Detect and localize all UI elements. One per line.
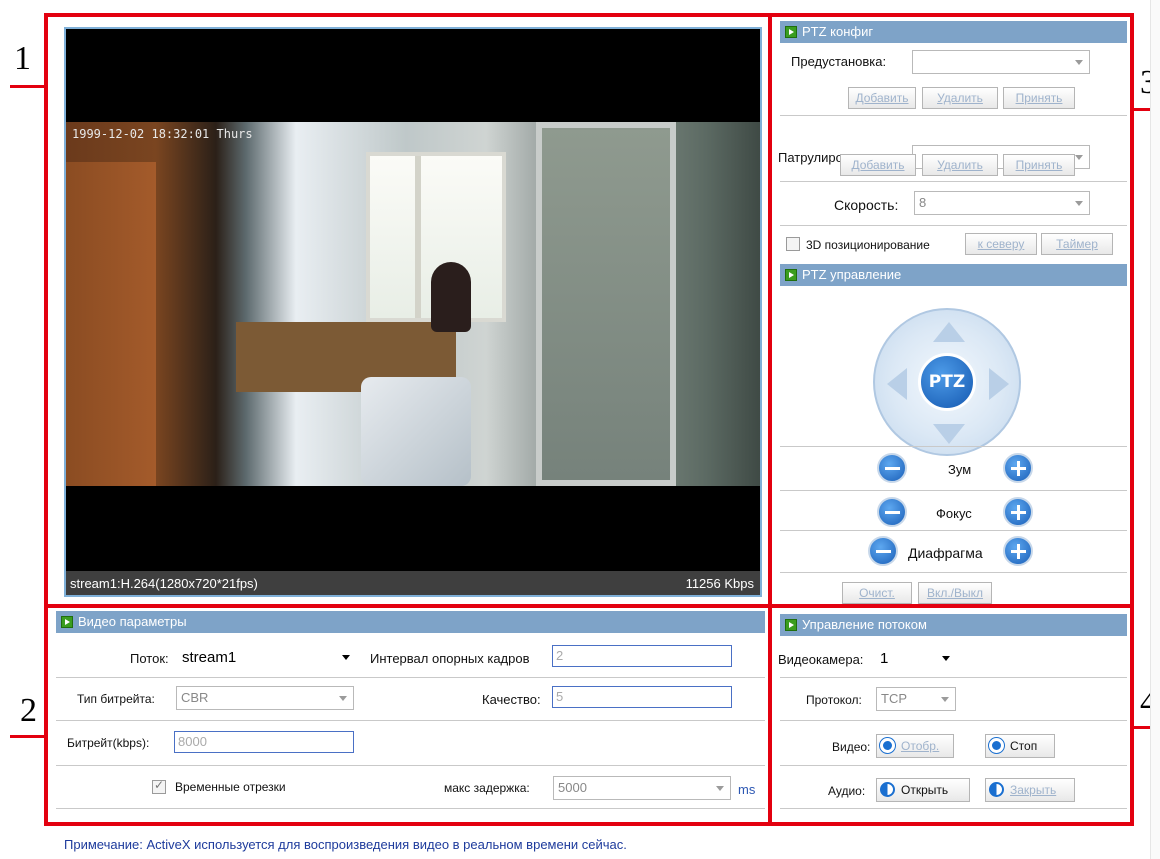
- iris-open-button[interactable]: [1003, 536, 1033, 566]
- preset-accept-button[interactable]: Принять: [1003, 87, 1075, 109]
- divider: [780, 225, 1127, 226]
- audio-close-button[interactable]: Закрыть: [985, 778, 1075, 802]
- north-button[interactable]: к северу: [965, 233, 1037, 255]
- ptz-center-button[interactable]: PTZ: [918, 353, 976, 411]
- zoom-label: Зум: [948, 462, 972, 477]
- callout-2: 2: [20, 692, 37, 729]
- activex-note: Примечание: ActiveX используется для вос…: [64, 837, 627, 852]
- stop-icon: [989, 738, 1004, 753]
- focus-far-button[interactable]: [1003, 497, 1033, 527]
- highlight-box-1: [44, 13, 772, 608]
- preset-label: Предустановка:: [791, 54, 887, 69]
- divider: [780, 490, 1127, 491]
- audio-icon: [880, 782, 895, 797]
- preset-add-button[interactable]: Добавить: [848, 87, 916, 109]
- callout-line-3: [1132, 108, 1150, 111]
- preset-select[interactable]: [912, 50, 1090, 74]
- expand-icon[interactable]: [785, 619, 797, 631]
- protocol-label: Протокол:: [806, 693, 862, 707]
- stream-select[interactable]: stream1: [178, 646, 356, 670]
- iris-label: Диафрагма: [908, 545, 983, 561]
- callout-line-4: [1132, 726, 1150, 729]
- ptz-control-header: PTZ управление: [780, 264, 1127, 286]
- divider: [780, 808, 1127, 809]
- video-params-header: Видео параметры: [56, 611, 765, 633]
- focus-near-button[interactable]: [877, 497, 907, 527]
- video-show-button[interactable]: Отобр.: [876, 734, 954, 758]
- pan-up-icon[interactable]: [933, 322, 965, 342]
- divider: [780, 446, 1127, 447]
- zoom-in-button[interactable]: [1003, 453, 1033, 483]
- quality-input[interactable]: 5: [552, 686, 732, 708]
- divider: [780, 181, 1127, 182]
- bitrate-input[interactable]: 8000: [174, 731, 354, 753]
- ptz-config-title: PTZ конфиг: [802, 24, 874, 39]
- ptz-direction-wheel[interactable]: PTZ: [873, 308, 1021, 456]
- window-edge: [1150, 0, 1160, 859]
- divider: [780, 115, 1127, 116]
- bitrate-type-label: Тип битрейта:: [77, 692, 155, 706]
- timeslices-checkbox[interactable]: [152, 778, 166, 794]
- video-label: Видео:: [832, 740, 871, 754]
- expand-icon[interactable]: [785, 26, 797, 38]
- stream-control-header: Управление потоком: [780, 614, 1127, 636]
- iris-close-button[interactable]: [868, 536, 898, 566]
- quality-label: Качество:: [482, 692, 541, 707]
- divider: [56, 808, 765, 809]
- expand-icon[interactable]: [61, 616, 73, 628]
- pan-left-icon[interactable]: [887, 368, 907, 400]
- divider: [56, 677, 765, 678]
- divider: [780, 720, 1127, 721]
- max-delay-unit: ms: [738, 782, 756, 797]
- keyframe-input[interactable]: 2: [552, 645, 732, 667]
- ptz-config-header: PTZ конфиг: [780, 21, 1127, 43]
- divider: [56, 765, 765, 766]
- patrol-delete-button[interactable]: Удалить: [922, 154, 998, 176]
- patrol-add-button[interactable]: Добавить: [840, 154, 916, 176]
- keyframe-label: Интервал опорных кадров: [370, 651, 530, 666]
- timeslices-label: Временные отрезки: [175, 780, 286, 794]
- max-delay-label: макс задержка:: [444, 781, 530, 795]
- protocol-select[interactable]: TCP: [876, 687, 956, 711]
- max-delay-select[interactable]: 5000: [553, 776, 731, 800]
- divider: [780, 572, 1127, 573]
- pos3d-checkbox[interactable]: [786, 237, 800, 251]
- expand-icon[interactable]: [785, 269, 797, 281]
- divider: [780, 677, 1127, 678]
- zoom-out-button[interactable]: [877, 453, 907, 483]
- callout-1: 1: [14, 40, 31, 77]
- callout-line-2: [10, 735, 44, 738]
- divider: [56, 720, 765, 721]
- speed-select[interactable]: 8: [914, 191, 1090, 215]
- pos3d-label: 3D позиционирование: [806, 238, 930, 252]
- timer-button[interactable]: Таймер: [1041, 233, 1113, 255]
- play-icon: [880, 738, 895, 753]
- bitrate-label: Битрейт(kbps):: [67, 736, 150, 750]
- audio-open-button[interactable]: Открыть: [876, 778, 970, 802]
- bitrate-type-select[interactable]: CBR: [176, 686, 354, 710]
- camera-label: Видеокамера:: [778, 652, 864, 667]
- callout-line-1: [10, 85, 44, 88]
- divider: [780, 530, 1127, 531]
- divider: [780, 765, 1127, 766]
- patrol-accept-button[interactable]: Принять: [1003, 154, 1075, 176]
- pan-down-icon[interactable]: [933, 424, 965, 444]
- audio-label: Аудио:: [828, 784, 866, 798]
- stream-control-title: Управление потоком: [802, 617, 927, 632]
- audio-icon: [989, 782, 1004, 797]
- speed-label: Скорость:: [834, 197, 899, 213]
- video-params-title: Видео параметры: [78, 614, 187, 629]
- clear-button[interactable]: Очист.: [842, 582, 912, 604]
- camera-select[interactable]: 1: [876, 647, 956, 671]
- ptz-control-title: PTZ управление: [802, 267, 902, 282]
- onoff-button[interactable]: Вкл./Выкл: [918, 582, 992, 604]
- focus-label: Фокус: [936, 506, 972, 521]
- video-stop-button[interactable]: Стоп: [985, 734, 1055, 758]
- preset-delete-button[interactable]: Удалить: [922, 87, 998, 109]
- stream-label: Поток:: [130, 651, 169, 666]
- pan-right-icon[interactable]: [989, 368, 1009, 400]
